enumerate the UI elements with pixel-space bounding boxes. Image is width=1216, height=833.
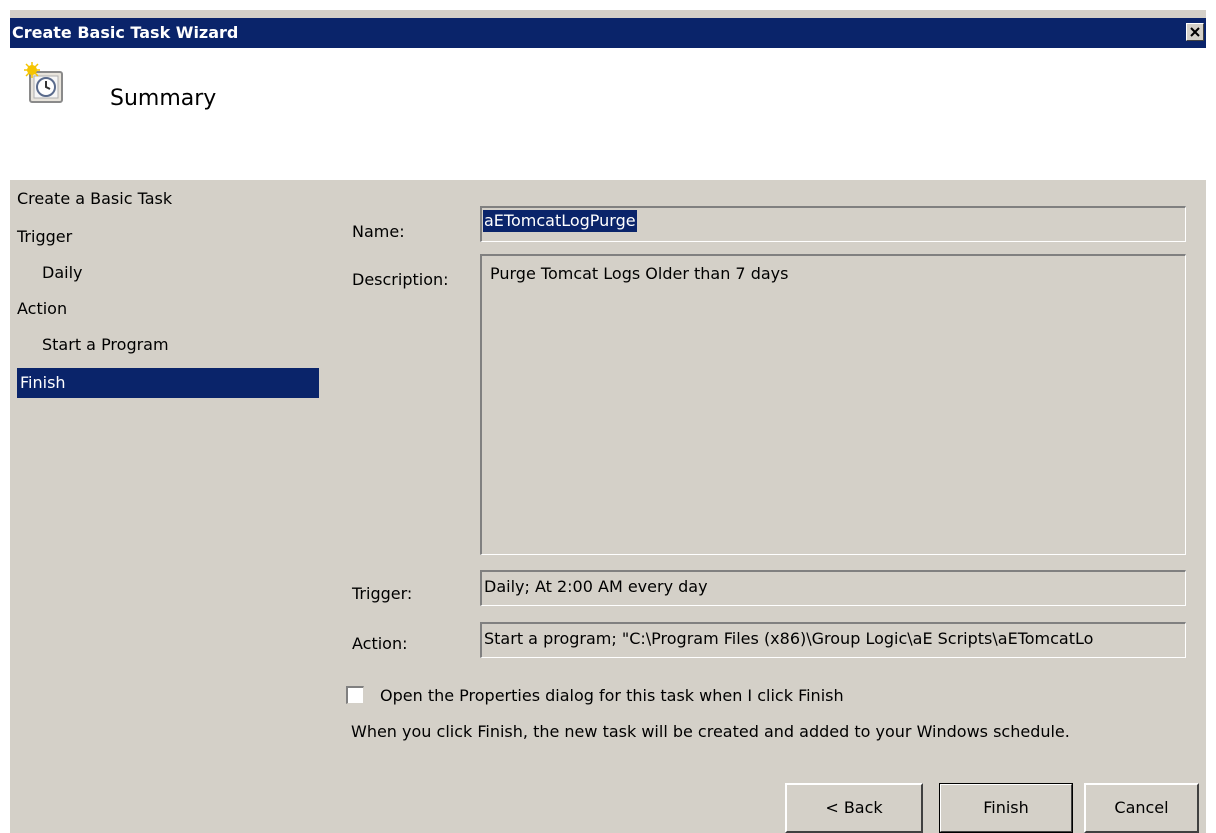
cancel-button[interactable]: Cancel — [1084, 783, 1199, 833]
description-label: Description: — [352, 270, 449, 289]
nav-item-daily[interactable]: Daily — [42, 258, 82, 288]
nav-item-finish[interactable]: Finish — [17, 368, 319, 398]
close-icon — [1190, 27, 1200, 37]
nav-item-create-basic-task[interactable]: Create a Basic Task — [17, 184, 172, 214]
action-field[interactable]: Start a program; "C:\Program Files (x86)… — [480, 622, 1186, 658]
page-title: Summary — [110, 86, 217, 111]
wizard-header: Summary — [10, 48, 1206, 180]
close-button[interactable] — [1186, 23, 1204, 41]
name-field[interactable]: aETomcatLogPurge — [480, 206, 1186, 242]
finish-info-text: When you click Finish, the new task will… — [351, 722, 1070, 741]
name-value: aETomcatLogPurge — [483, 210, 637, 232]
name-label: Name: — [352, 222, 405, 241]
title-bar: Create Basic Task Wizard — [10, 18, 1206, 48]
nav-item-start-a-program[interactable]: Start a Program — [42, 330, 169, 360]
wizard-window: Create Basic Task Wizard Summary Create … — [10, 10, 1206, 833]
finish-button[interactable]: Finish — [939, 783, 1073, 833]
back-button[interactable]: < Back — [785, 783, 923, 833]
trigger-label: Trigger: — [352, 584, 413, 603]
window-title: Create Basic Task Wizard — [12, 23, 239, 42]
action-label: Action: — [352, 634, 408, 653]
nav-item-action[interactable]: Action — [17, 294, 67, 324]
description-value: Purge Tomcat Logs Older than 7 days — [490, 264, 789, 283]
trigger-field[interactable]: Daily; At 2:00 AM every day — [480, 570, 1186, 606]
trigger-value: Daily; At 2:00 AM every day — [484, 577, 708, 596]
open-properties-label[interactable]: Open the Properties dialog for this task… — [380, 686, 844, 705]
action-value: Start a program; "C:\Program Files (x86)… — [484, 629, 1094, 648]
open-properties-checkbox[interactable] — [346, 686, 364, 704]
nav-item-trigger[interactable]: Trigger — [17, 222, 72, 252]
task-scheduler-clock-icon — [24, 62, 63, 103]
description-field[interactable]: Purge Tomcat Logs Older than 7 days — [480, 254, 1186, 555]
